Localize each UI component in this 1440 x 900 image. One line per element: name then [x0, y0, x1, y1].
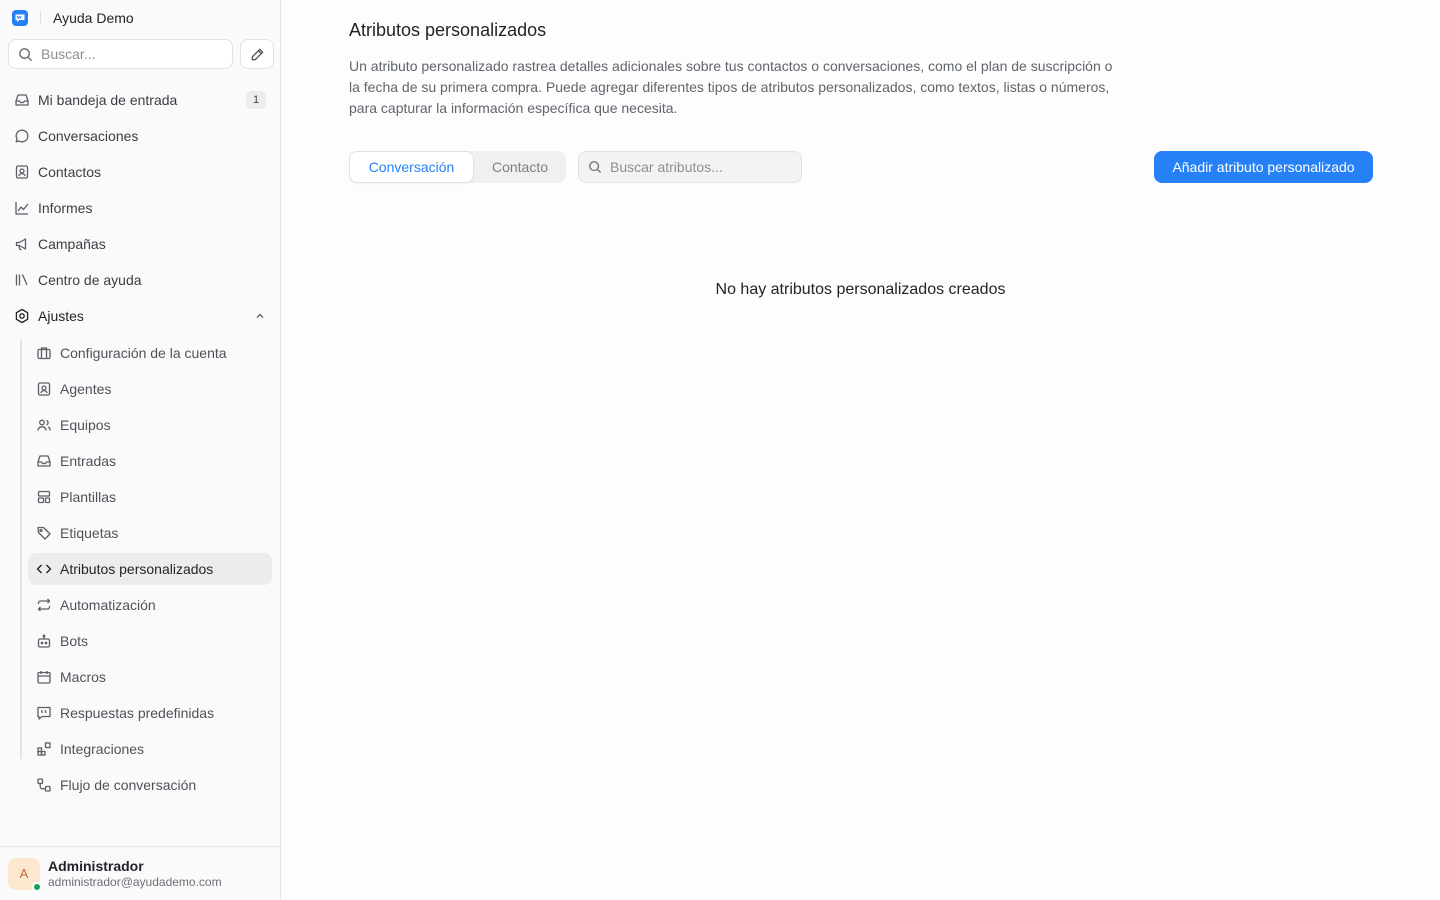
- nav-item-contacts[interactable]: Contactos: [8, 156, 272, 188]
- sidebar-search-box[interactable]: [8, 39, 233, 69]
- nav-item-settings[interactable]: Ajustes: [8, 300, 272, 332]
- users-icon: [36, 417, 52, 433]
- attribute-search-box[interactable]: [578, 151, 802, 183]
- sidebar-item-label: Atributos personalizados: [60, 561, 214, 577]
- contact-card-icon: [14, 164, 30, 180]
- sidebar-item-automation[interactable]: Automatización: [28, 589, 272, 621]
- sidebar-item-label: Flujo de conversación: [60, 777, 197, 793]
- settings-subnav: Configuración de la cuenta Agentes Equip…: [20, 337, 272, 805]
- sidebar-item-label: Macros: [60, 669, 106, 685]
- sidebar-item-labels[interactable]: Etiquetas: [28, 517, 272, 549]
- profile-text: Administrador administrador@ayudademo.co…: [48, 858, 222, 890]
- integrations-icon: [36, 741, 52, 757]
- user-profile[interactable]: A Administrador administrador@ayudademo.…: [0, 846, 280, 900]
- online-status-dot: [32, 881, 42, 892]
- sidebar-item-bots[interactable]: Bots: [28, 625, 272, 657]
- code-icon: [36, 561, 52, 577]
- nav-label: Campañas: [38, 236, 106, 252]
- sidebar-item-conversation-flow[interactable]: Flujo de conversación: [28, 769, 272, 801]
- attribute-search-input[interactable]: [610, 159, 790, 175]
- nav-label: Ajustes: [38, 308, 84, 324]
- sidebar: Ayuda Demo Mi bande: [0, 0, 281, 900]
- attribute-model-tabs: Conversación Contacto: [349, 151, 566, 183]
- template-icon: [36, 489, 52, 505]
- briefcase-icon: [36, 345, 52, 361]
- repeat-icon: [36, 597, 52, 613]
- sidebar-item-canned-responses[interactable]: Respuestas predefinidas: [28, 697, 272, 729]
- sidebar-item-templates[interactable]: Plantillas: [28, 481, 272, 513]
- nav-label: Mi bandeja de entrada: [38, 92, 178, 108]
- account-name[interactable]: Ayuda Demo: [53, 10, 134, 26]
- sidebar-item-label: Integraciones: [60, 741, 145, 757]
- nav-label: Informes: [38, 200, 93, 216]
- chart-line-icon: [14, 200, 30, 216]
- inbox-icon: [14, 92, 30, 108]
- sidebar-item-label: Etiquetas: [60, 525, 119, 541]
- sidebar-item-label: Bots: [60, 633, 89, 649]
- page-title: Atributos personalizados: [349, 20, 547, 40]
- compose-button[interactable]: [240, 39, 274, 69]
- sidebar-item-teams[interactable]: Equipos: [28, 409, 272, 441]
- sidebar-item-label: Equipos: [60, 417, 111, 433]
- search-icon: [588, 160, 602, 174]
- chat-bubble-icon: [14, 128, 30, 144]
- primary-nav: Mi bandeja de entrada 1 Conversaciones C…: [8, 84, 272, 336]
- settings-icon: [14, 308, 30, 324]
- main-content: Atributos personalizados Un atributo per…: [281, 0, 1440, 900]
- quote-icon: [36, 705, 52, 721]
- pencil-icon: [250, 47, 265, 62]
- tag-icon: [36, 525, 52, 541]
- sidebar-item-label: Automatización: [60, 597, 156, 613]
- page-description: Un atributo personalizado rastrea detall…: [349, 58, 1113, 116]
- sidebar-item-label: Respuestas predefinidas: [60, 705, 215, 721]
- nav-item-inbox[interactable]: Mi bandeja de entrada 1: [8, 84, 272, 116]
- profile-name: Administrador: [48, 857, 144, 874]
- inbox-icon: [36, 453, 52, 469]
- nav-label: Conversaciones: [38, 128, 139, 144]
- empty-state-message: No hay atributos personalizados creados: [715, 281, 1006, 298]
- nav-label: Contactos: [38, 164, 102, 180]
- calendar-icon: [36, 669, 52, 685]
- brand-divider: [40, 11, 41, 25]
- avatar: A: [8, 857, 42, 892]
- sidebar-item-account-settings[interactable]: Configuración de la cuenta: [28, 337, 272, 369]
- nav-item-reports[interactable]: Informes: [8, 192, 272, 224]
- bot-icon: [36, 633, 52, 649]
- sidebar-item-custom-attributes[interactable]: Atributos personalizados: [28, 553, 272, 585]
- sidebar-item-label: Plantillas: [60, 489, 117, 505]
- nav-item-conversations[interactable]: Conversaciones: [8, 120, 272, 152]
- chat-logo-icon[interactable]: [12, 10, 28, 26]
- sidebar-item-integrations[interactable]: Integraciones: [28, 733, 272, 765]
- sidebar-search-input[interactable]: [41, 46, 211, 62]
- avatar-initial: A: [19, 866, 29, 881]
- inbox-count-badge: 1: [246, 91, 266, 109]
- sidebar-item-macros[interactable]: Macros: [28, 661, 272, 693]
- flow-icon: [36, 777, 52, 793]
- brand: Ayuda Demo: [12, 9, 134, 27]
- sidebar-item-label: Configuración de la cuenta: [60, 345, 227, 361]
- add-custom-attribute-button[interactable]: Añadir atributo personalizado: [1154, 151, 1373, 183]
- sidebar-item-agents[interactable]: Agentes: [28, 373, 272, 405]
- sidebar-item-inboxes[interactable]: Entradas: [28, 445, 272, 477]
- megaphone-icon: [14, 236, 30, 252]
- profile-email: administrador@ayudademo.com: [48, 874, 222, 889]
- subnav-guide-line: [20, 339, 22, 759]
- sidebar-item-label: Entradas: [60, 453, 117, 469]
- tab-contact[interactable]: Contacto: [474, 151, 566, 183]
- nav-label: Centro de ayuda: [38, 272, 142, 288]
- nav-item-campaigns[interactable]: Campañas: [8, 228, 272, 260]
- agent-icon: [36, 381, 52, 397]
- sidebar-search-row: [8, 39, 274, 69]
- tab-conversation[interactable]: Conversación: [349, 151, 474, 183]
- nav-item-help-center[interactable]: Centro de ayuda: [8, 264, 272, 296]
- chevron-up-icon[interactable]: [254, 310, 266, 322]
- library-icon: [14, 272, 30, 288]
- search-icon: [18, 47, 33, 62]
- sidebar-item-label: Agentes: [60, 381, 112, 397]
